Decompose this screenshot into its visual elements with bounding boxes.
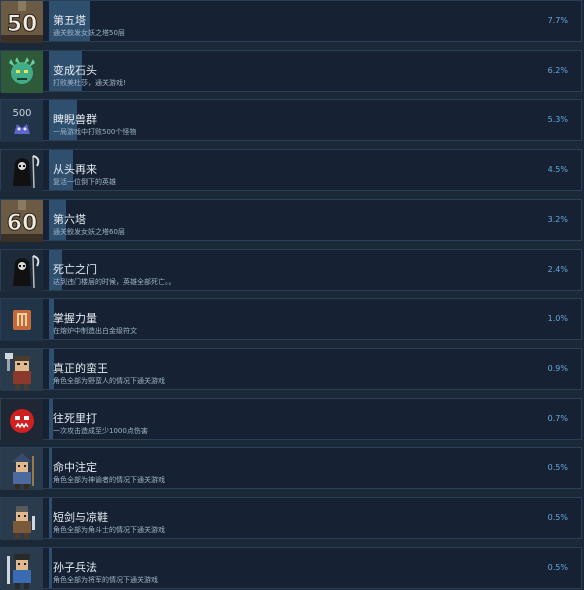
reaper-icon <box>1 250 43 292</box>
reaper-icon <box>1 150 43 192</box>
achievement-description: 复活一位倒下的英雄 <box>53 178 116 186</box>
achievement-row[interactable]: 掌握力量在熔炉中制造出白金级符文 1.0% <box>0 298 582 341</box>
achievement-percent: 5.3% <box>547 115 568 124</box>
achievement-title: 从头再来 <box>53 163 97 176</box>
achievement-row[interactable]: 60 第六塔通关鲛发女妖之塔60层 3.2% <box>0 199 582 242</box>
progress-bar <box>49 448 52 488</box>
progress-track <box>49 150 581 190</box>
achievement-percent: 0.5% <box>547 563 568 572</box>
progress-track <box>49 200 581 240</box>
achievement-percent: 2.4% <box>547 265 568 274</box>
achievement-percent: 0.5% <box>547 463 568 472</box>
progress-bar <box>49 548 52 588</box>
achievement-row[interactable]: 从头再来复活一位倒下的英雄 4.5% <box>0 149 582 192</box>
achievement-title: 第六塔 <box>53 213 86 226</box>
achievement-title: 真正的蛮王 <box>53 362 108 375</box>
achievement-title: 孙子兵法 <box>53 561 97 574</box>
svg-text:50: 50 <box>7 12 38 37</box>
achievement-description: 角色全部为角斗士的情况下通关游戏 <box>53 526 165 534</box>
achievement-row[interactable]: 短剑与凉鞋角色全部为角斗士的情况下通关游戏 0.5% <box>0 497 582 540</box>
achievement-row[interactable]: 往死里打一次攻击造成至少1000点伤害 0.7% <box>0 398 582 441</box>
achievement-percent: 0.9% <box>547 364 568 373</box>
achievement-percent: 0.7% <box>547 414 568 423</box>
achievement-title: 掌握力量 <box>53 312 97 325</box>
monsters-500-icon: 500 <box>1 100 43 142</box>
achievement-title: 往死里打 <box>53 412 97 425</box>
achievement-title: 命中注定 <box>53 461 97 474</box>
red-demon-icon <box>1 399 43 441</box>
tower-60-icon: 60 <box>1 200 43 242</box>
achievement-description: 角色全部为神谕者的情况下通关游戏 <box>53 476 165 484</box>
achievement-row[interactable]: 500 睥睨兽群一局游戏中打败500个怪物 5.3% <box>0 99 582 142</box>
gladiator-icon <box>1 498 43 540</box>
progress-track <box>49 51 581 91</box>
achievement-row[interactable]: 死亡之门达到违门楼层的时候，英雄全部死亡。。 2.4% <box>0 249 582 292</box>
achievement-percent: 1.0% <box>547 314 568 323</box>
achievement-title: 死亡之门 <box>53 263 97 276</box>
oracle-icon <box>1 448 43 490</box>
barbarian-icon <box>1 349 43 391</box>
svg-text:60: 60 <box>7 211 38 236</box>
achievement-description: 通关鲛发女妖之塔50层 <box>53 29 125 37</box>
achievement-row[interactable]: 孙子兵法角色全部为将军的情况下通关游戏 0.5% <box>0 547 582 590</box>
achievement-description: 角色全部为野蛮人的情况下通关游戏 <box>53 377 165 385</box>
achievement-title: 变成石头 <box>53 64 97 77</box>
achievement-percent: 7.7% <box>547 16 568 25</box>
achievement-description: 达到违门楼层的时候，英雄全部死亡。。 <box>53 278 176 286</box>
achievement-description: 一局游戏中打败500个怪物 <box>53 128 137 136</box>
achievement-description: 角色全部为将军的情况下通关游戏 <box>53 576 158 584</box>
achievement-title: 睥睨兽群 <box>53 113 97 126</box>
progress-bar <box>49 498 52 538</box>
achievement-percent: 3.2% <box>547 215 568 224</box>
achievement-row[interactable]: 真正的蛮王角色全部为野蛮人的情况下通关游戏 0.9% <box>0 348 582 391</box>
medusa-icon <box>1 51 43 93</box>
achievement-description: 通关鲛发女妖之塔60层 <box>53 228 125 236</box>
achievement-description: 一次攻击造成至少1000点伤害 <box>53 427 148 435</box>
achievement-title: 第五塔 <box>53 14 86 27</box>
achievement-percent: 6.2% <box>547 66 568 75</box>
general-icon <box>1 548 43 590</box>
achievement-row[interactable]: 命中注定角色全部为神谕者的情况下通关游戏 0.5% <box>0 447 582 490</box>
achievement-title: 短剑与凉鞋 <box>53 511 108 524</box>
achievement-row[interactable]: 变成石头打败美杜莎，通关游戏! 6.2% <box>0 50 582 93</box>
achievement-description: 在熔炉中制造出白金级符文 <box>53 327 137 335</box>
achievement-description: 打败美杜莎，通关游戏! <box>53 79 126 87</box>
svg-text:500: 500 <box>12 108 31 119</box>
tower-50-icon: 50 <box>1 1 43 43</box>
achievement-percent: 4.5% <box>547 165 568 174</box>
achievement-percent: 0.5% <box>547 513 568 522</box>
rune-icon <box>1 299 43 341</box>
achievement-row[interactable]: 50 第五塔通关鲛发女妖之塔50层 7.7% <box>0 0 582 43</box>
progress-track <box>49 1 581 41</box>
